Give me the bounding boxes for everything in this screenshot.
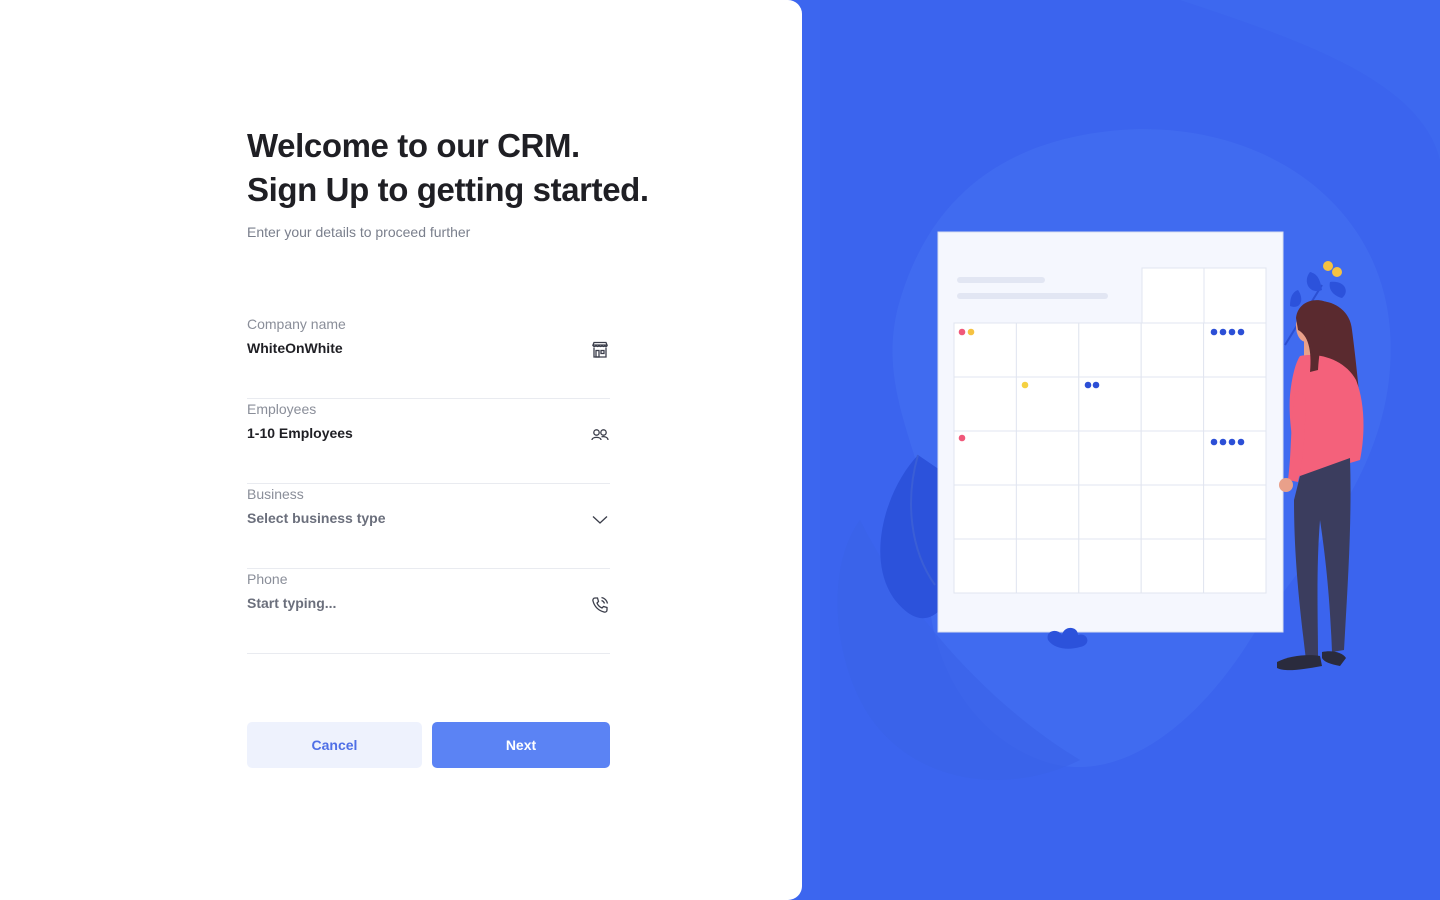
page-title-line-2: Sign Up to getting started.: [247, 171, 649, 208]
company-name-field: Company name: [247, 314, 610, 399]
business-type-select[interactable]: Select business type: [247, 510, 577, 526]
storefront-icon: [590, 340, 610, 360]
business-label: Business: [247, 486, 304, 502]
employees-select[interactable]: 1-10 Employees: [247, 425, 577, 441]
company-name-label: Company name: [247, 316, 346, 332]
phone-label: Phone: [247, 571, 288, 587]
next-button[interactable]: Next: [432, 722, 610, 768]
company-name-input[interactable]: [247, 340, 577, 356]
page-title: Welcome to our CRM. Sign Up to getting s…: [247, 124, 649, 212]
phone-input[interactable]: [247, 595, 577, 611]
users-icon: [590, 425, 610, 445]
phone-icon: [590, 595, 610, 615]
signup-card: Welcome to our CRM. Sign Up to getting s…: [0, 0, 802, 900]
cancel-button[interactable]: Cancel: [247, 722, 422, 768]
employees-label: Employees: [247, 401, 317, 417]
page-subtitle: Enter your details to proceed further: [247, 224, 471, 240]
signup-fields: Company name Employees 1-10 Employees: [247, 314, 610, 654]
signup-form-container: Welcome to our CRM. Sign Up to getting s…: [247, 124, 649, 654]
business-field: Business Select business type: [247, 484, 610, 569]
employees-field: Employees 1-10 Employees: [247, 399, 610, 484]
form-actions: Cancel Next: [247, 722, 610, 768]
phone-field: Phone: [247, 569, 610, 654]
chevron-down-icon[interactable]: [590, 510, 610, 530]
page-title-line-1: Welcome to our CRM.: [247, 127, 580, 164]
